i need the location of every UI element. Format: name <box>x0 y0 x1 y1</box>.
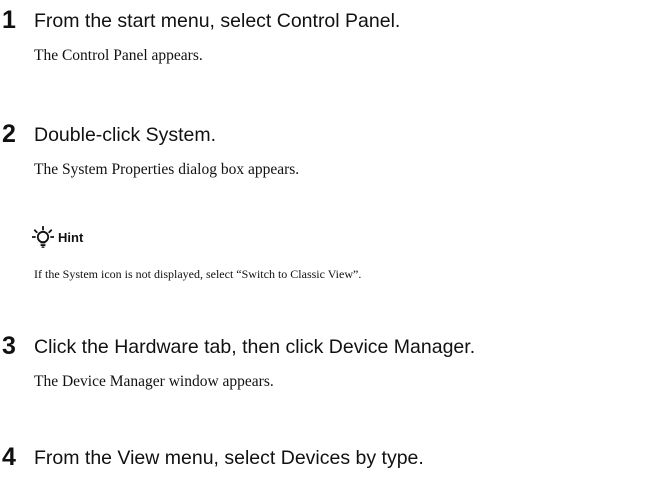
step-result: The System Properties dialog box appears… <box>34 161 300 178</box>
step-number: 4 <box>2 443 16 471</box>
step-number: 2 <box>2 120 16 148</box>
step-number: 1 <box>2 6 16 34</box>
step-instruction: From the View menu, select Devices by ty… <box>34 447 424 469</box>
step-instruction: Click the Hardware tab, then click Devic… <box>34 336 476 358</box>
lightbulb-icon <box>32 226 54 248</box>
hint-header: Hint <box>32 225 83 249</box>
step-result: The Control Panel appears. <box>34 47 203 64</box>
step-result: The Device Manager window appears. <box>34 373 274 390</box>
step-number: 3 <box>2 332 16 360</box>
hint-text: If the System icon is not displayed, sel… <box>34 267 362 281</box>
hint-label: Hint <box>58 229 84 245</box>
step-instruction: From the start menu, select Control Pane… <box>34 10 401 32</box>
step-instruction: Double-click System. <box>34 124 217 146</box>
